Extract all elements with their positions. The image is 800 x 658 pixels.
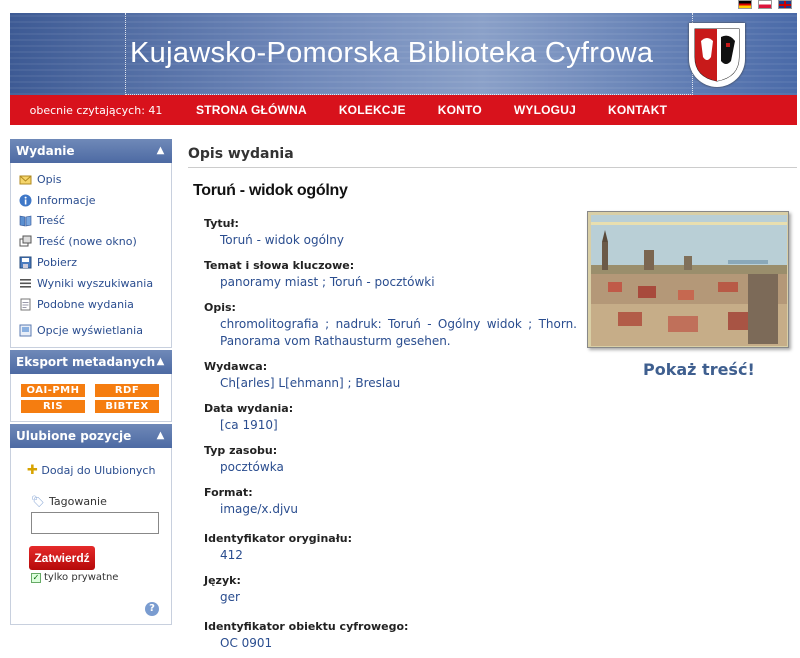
- metadata-list: Tytuł: Toruń - widok ogólny Temat i słow…: [204, 217, 577, 652]
- favorites-panel-header[interactable]: Ulubione pozycje ▲: [10, 424, 172, 449]
- sidebar-item-content-new-window[interactable]: Treść (nowe okno): [19, 231, 165, 252]
- sidebar-item-label: Pobierz: [37, 256, 78, 270]
- top-navigation: obecnie czytających: 41 STRONA GŁÓWNA KO…: [10, 95, 797, 125]
- sidebar-item-label: Treść (nowe okno): [37, 235, 137, 249]
- german-flag-icon[interactable]: [738, 0, 752, 9]
- publication-title: Toruń - widok ogólny: [193, 182, 348, 199]
- tag-icon: 🏷: [31, 495, 45, 509]
- add-to-favorites-link[interactable]: ✚ Dodaj do Ulubionych: [27, 462, 165, 479]
- export-bibtex-button[interactable]: BIBTEX: [95, 400, 159, 414]
- export-ris-button[interactable]: RIS: [21, 400, 85, 414]
- field-value-original-id[interactable]: 412: [220, 547, 577, 574]
- field-label-publisher: Wydawca:: [204, 360, 268, 373]
- tagging-label: 🏷 Tagowanie: [31, 495, 165, 508]
- field-value-subjects[interactable]: panoramy miast ; Toruń - pocztówki: [220, 274, 577, 301]
- postcard-thumbnail[interactable]: [587, 211, 789, 348]
- main-content: Opis wydania Toruń - widok ogólny Tytuł:…: [188, 139, 797, 658]
- sidebar-item-content[interactable]: Treść: [19, 211, 165, 232]
- sidebar-item-description[interactable]: Opis: [19, 169, 165, 190]
- sidebar: Wydanie ▲ Opis Informacje Treść Treść (n…: [10, 139, 172, 627]
- nav-account[interactable]: KONTO: [438, 103, 482, 117]
- edition-panel-title: Wydanie: [16, 144, 75, 158]
- favorites-panel: ✚ Dodaj do Ulubionych 🏷 Tagowanie Zatwie…: [10, 448, 172, 626]
- field-label-original-id: Identyfikator oryginału:: [204, 532, 353, 545]
- polish-flag-icon[interactable]: [758, 0, 772, 9]
- sidebar-item-label: Opcje wyświetlania: [37, 324, 143, 338]
- field-label-date: Data wydania:: [204, 402, 294, 415]
- nav-logout[interactable]: WYLOGUJ: [514, 103, 576, 117]
- export-panel-title: Eksport metadanych: [16, 355, 156, 370]
- sidebar-item-label: Podobne wydania: [37, 297, 134, 311]
- display-options-icon: [19, 324, 32, 337]
- site-banner: Kujawsko-Pomorska Biblioteka Cyfrowa: [10, 13, 797, 95]
- new-window-icon: [19, 235, 32, 248]
- private-only-checkbox-row[interactable]: ✓ tylko prywatne: [31, 572, 165, 583]
- show-content-link[interactable]: Pokaż treść!: [643, 360, 755, 379]
- sidebar-item-label: Informacje: [37, 193, 96, 207]
- book-icon: [19, 214, 32, 227]
- checkbox-checked-icon[interactable]: ✓: [31, 572, 41, 583]
- collapse-arrow-icon[interactable]: ▲: [154, 429, 167, 442]
- coat-of-arms-icon: [694, 28, 740, 82]
- document-icon: [19, 298, 32, 311]
- field-value-digital-object-id[interactable]: OC 0901: [220, 635, 577, 652]
- field-label-title: Tytuł:: [204, 217, 239, 230]
- site-title[interactable]: Kujawsko-Pomorska Biblioteka Cyfrowa: [130, 37, 653, 70]
- edition-panel: Opis Informacje Treść Treść (nowe okno) …: [10, 163, 172, 349]
- english-flag-icon[interactable]: [778, 0, 792, 9]
- collapse-arrow-icon[interactable]: ▲: [154, 355, 167, 368]
- collapse-arrow-icon[interactable]: ▲: [154, 144, 167, 157]
- field-value-publisher[interactable]: Ch[arles] L[ehmann] ; Breslau: [220, 375, 577, 402]
- field-value-description[interactable]: chromolitografia ; nadruk: Toruń - Ogóln…: [220, 316, 577, 360]
- export-panel: OAI-PMH RDF RIS BIBTEX: [10, 374, 172, 423]
- export-oai-pmh-button[interactable]: OAI-PMH: [21, 384, 85, 398]
- private-only-label: tylko prywatne: [44, 572, 119, 584]
- info-icon: [19, 194, 32, 207]
- sidebar-item-information[interactable]: Informacje: [19, 190, 165, 211]
- save-disk-icon: [19, 256, 32, 269]
- postcard-image: [588, 212, 788, 347]
- nav-home[interactable]: STRONA GŁÓWNA: [196, 103, 307, 117]
- nav-collections[interactable]: KOLEKCJE: [339, 103, 406, 117]
- field-value-resource-type[interactable]: pocztówka: [220, 459, 577, 486]
- envelope-icon: [19, 173, 32, 186]
- edition-panel-header[interactable]: Wydanie ▲: [10, 139, 172, 163]
- field-value-date[interactable]: [ca 1910]: [220, 417, 577, 444]
- section-title: Opis wydania: [188, 139, 797, 168]
- tag-input[interactable]: [31, 512, 159, 535]
- help-icon[interactable]: ?: [145, 602, 159, 617]
- tagging-label-text: Tagowanie: [48, 495, 107, 509]
- add-to-favorites-label: Dodaj do Ulubionych: [41, 464, 156, 478]
- field-label-digital-object-id: Identyfikator obiektu cyfrowego:: [204, 620, 409, 633]
- field-value-format[interactable]: image/x.djvu: [220, 501, 577, 532]
- nav-contact[interactable]: KONTAKT: [608, 103, 667, 117]
- favorites-panel-title: Ulubione pozycje: [16, 429, 132, 444]
- field-value-language[interactable]: ger: [220, 589, 577, 620]
- sidebar-item-label: Treść: [37, 214, 65, 228]
- field-value-title[interactable]: Toruń - widok ogólny: [220, 232, 577, 259]
- sidebar-item-label: Wyniki wyszukiwania: [37, 276, 154, 290]
- sidebar-item-display-options[interactable]: Opcje wyświetlania: [19, 321, 165, 342]
- export-rdf-button[interactable]: RDF: [95, 384, 159, 398]
- field-label-format: Format:: [204, 486, 253, 499]
- star-plus-icon: ✚: [27, 463, 38, 479]
- coat-of-arms-logo: [689, 23, 745, 87]
- sidebar-item-label: Opis: [37, 172, 62, 186]
- list-icon: [19, 277, 32, 290]
- submit-button[interactable]: Zatwierdź: [29, 546, 95, 571]
- export-panel-header[interactable]: Eksport metadanych ▲: [10, 350, 172, 375]
- field-label-subjects: Temat i słowa kluczowe:: [204, 259, 355, 272]
- language-flags: [738, 0, 792, 12]
- field-label-resource-type: Typ zasobu:: [204, 444, 278, 457]
- sidebar-item-download[interactable]: Pobierz: [19, 252, 165, 273]
- sidebar-item-search-results[interactable]: Wyniki wyszukiwania: [19, 273, 165, 294]
- sidebar-item-similar-editions[interactable]: Podobne wydania: [19, 294, 165, 315]
- readers-count: obecnie czytających: 41: [29, 103, 163, 117]
- field-label-language: Język:: [204, 574, 241, 587]
- field-label-description: Opis:: [204, 301, 236, 314]
